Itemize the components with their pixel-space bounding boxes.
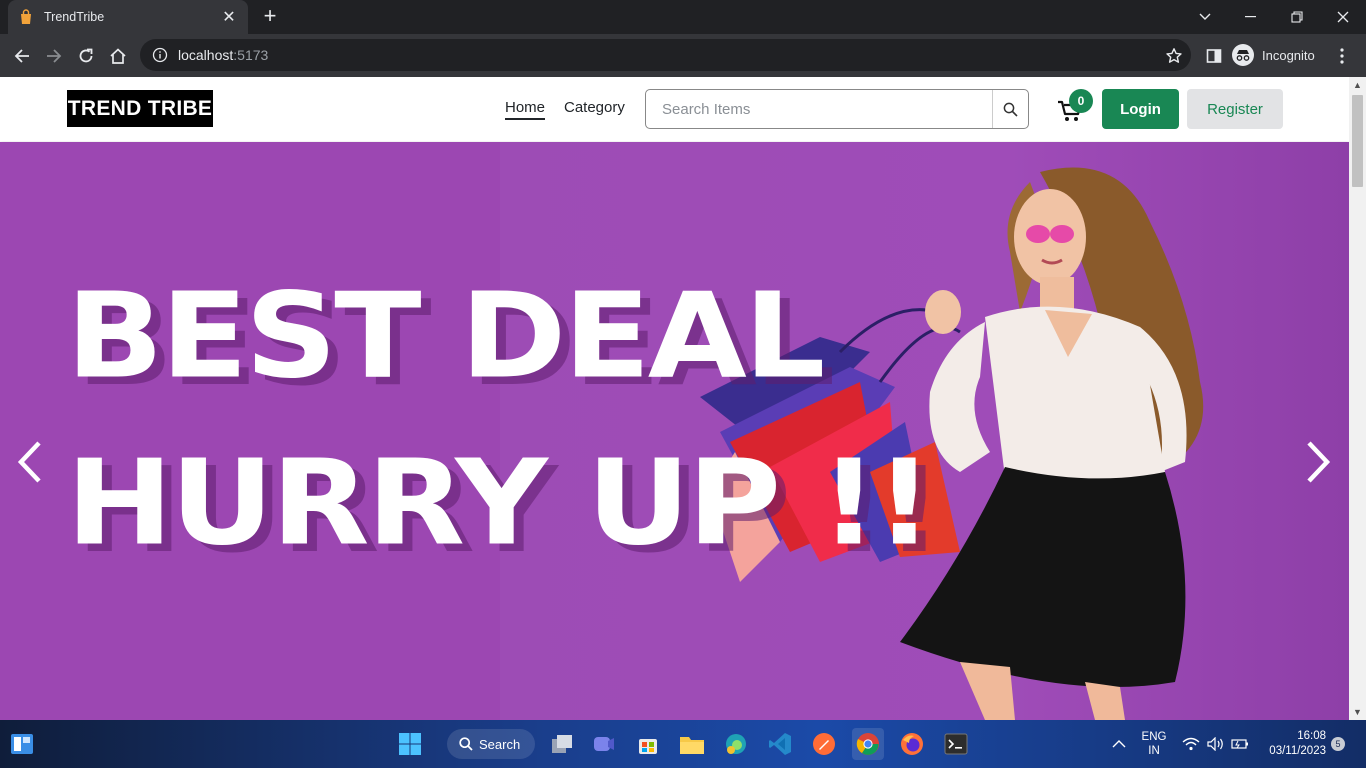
task-view-icon[interactable] (546, 728, 578, 760)
windows-start-icon[interactable] (394, 728, 426, 760)
search-icon (459, 737, 473, 751)
minimize-icon[interactable] (1228, 0, 1274, 34)
site-logo[interactable]: TREND TRIBE (67, 90, 213, 127)
widgets-icon[interactable] (6, 728, 38, 760)
web-page: TREND TRIBE Home Category 0 Login Regist… (0, 77, 1349, 720)
register-button[interactable]: Register (1187, 89, 1283, 129)
chevron-right-icon (1307, 441, 1331, 483)
hero-headline-line-2: HURRY UP !! (66, 434, 933, 572)
language-indicator[interactable]: ENG IN (1140, 720, 1168, 768)
login-button[interactable]: Login (1102, 89, 1179, 129)
reload-icon[interactable] (72, 42, 100, 70)
language-line-1: ENG (1141, 731, 1167, 743)
carousel-prev-button[interactable] (14, 438, 46, 486)
new-tab-button[interactable]: + (258, 5, 282, 29)
scroll-down-arrow-icon[interactable]: ▼ (1349, 704, 1366, 720)
hero-carousel: BEST DEAL HURRY UP !! (0, 142, 1349, 720)
nav-link-category[interactable]: Category (564, 99, 625, 116)
forward-arrow-icon[interactable] (40, 42, 68, 70)
browser-tab-strip: TrendTribe ✕ + (0, 0, 1366, 34)
scroll-up-arrow-icon[interactable]: ▲ (1349, 77, 1366, 93)
site-navbar: TREND TRIBE Home Category 0 Login Regist… (0, 77, 1349, 141)
address-bar[interactable]: localhost:5173 (140, 39, 1191, 71)
browser-menu-icon[interactable] (1328, 42, 1356, 70)
search-input[interactable] (646, 90, 992, 128)
site-info-icon[interactable] (152, 47, 168, 63)
volume-icon[interactable] (1207, 720, 1225, 768)
edge-beta-icon[interactable] (720, 728, 752, 760)
notification-count-badge[interactable]: 5 (1331, 737, 1345, 751)
teams-chat-icon[interactable] (588, 728, 620, 760)
carousel-next-button[interactable] (1302, 438, 1334, 486)
taskbar-search-button[interactable]: Search (447, 729, 535, 759)
search-button[interactable] (992, 90, 1028, 128)
clock-date: 03/11/2023 (1269, 745, 1326, 757)
incognito-icon (1232, 44, 1254, 66)
side-panel-icon[interactable] (1200, 42, 1228, 70)
postman-icon[interactable] (808, 728, 840, 760)
microsoft-store-icon[interactable] (632, 728, 664, 760)
bookmark-star-icon[interactable] (1160, 42, 1188, 70)
scrollbar-thumb[interactable] (1352, 95, 1363, 187)
page-scrollbar[interactable]: ▲ ▼ (1349, 77, 1366, 720)
browser-toolbar: localhost:5173 Incognito (0, 34, 1366, 77)
close-window-icon[interactable] (1320, 0, 1366, 34)
shopping-bag-icon (21, 9, 31, 24)
tab-title: TrendTribe (44, 10, 105, 24)
wifi-icon[interactable] (1182, 720, 1200, 768)
taskbar-search-label: Search (479, 736, 521, 752)
firefox-icon[interactable] (896, 728, 928, 760)
incognito-label: Incognito (1262, 47, 1315, 63)
terminal-icon[interactable] (940, 728, 972, 760)
taskbar-clock[interactable]: 16:08 03/11/2023 (1262, 729, 1326, 759)
back-arrow-icon[interactable] (8, 42, 36, 70)
search-icon (1003, 102, 1018, 117)
url-text: localhost:5173 (178, 47, 268, 63)
url-port: :5173 (233, 47, 269, 63)
hero-model-image (700, 167, 1204, 720)
clock-time: 16:08 (1297, 730, 1326, 742)
chrome-icon[interactable] (852, 728, 884, 760)
language-line-2: IN (1148, 745, 1160, 757)
os-taskbar: Search ENG IN 16:08 03/11/2023 (0, 720, 1366, 768)
browser-tab-trendtribe[interactable]: TrendTribe ✕ (8, 0, 248, 34)
search-box (645, 89, 1029, 129)
hero-headline-line-1: BEST DEAL (66, 267, 825, 405)
home-icon[interactable] (104, 42, 132, 70)
incognito-profile[interactable]: Incognito (1232, 41, 1315, 69)
cart-count-badge: 0 (1069, 89, 1093, 113)
restore-icon[interactable] (1274, 0, 1320, 34)
battery-icon[interactable] (1231, 720, 1249, 768)
nav-link-home[interactable]: Home (505, 99, 546, 120)
vscode-icon[interactable] (764, 728, 796, 760)
close-tab-icon[interactable]: ✕ (220, 7, 238, 27)
url-host: localhost (178, 47, 234, 63)
file-explorer-icon[interactable] (676, 728, 708, 760)
tab-search-chevron-icon[interactable] (1182, 0, 1228, 34)
chevron-left-icon (17, 441, 41, 483)
tray-overflow-chevron-icon[interactable] (1112, 720, 1126, 768)
